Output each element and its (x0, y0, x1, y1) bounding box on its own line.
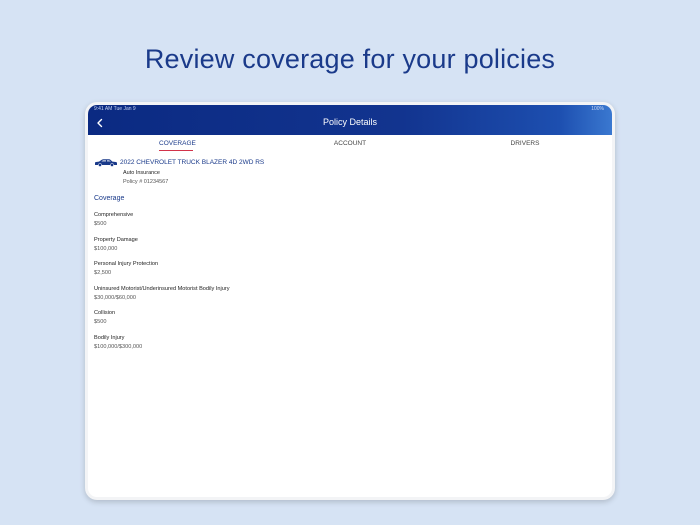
marketing-headline: Review coverage for your policies (144, 44, 556, 74)
coverage-item-collision: Collision $500 (94, 309, 494, 334)
tab-coverage[interactable]: COVERAGE (159, 140, 196, 147)
tablet-device-frame: 9:41 AM Tue Jan 9 100% Policy Details CO… (85, 102, 615, 500)
coverage-name: Property Damage (94, 236, 138, 243)
car-icon (95, 159, 117, 167)
coverage-name: Comprehensive (94, 212, 134, 218)
tab-account[interactable]: ACCOUNT (332, 140, 368, 147)
coverage-name: Bodily Injury (94, 334, 125, 341)
navigation-bar: 9:41 AM Tue Jan 9 100% Policy Details (88, 105, 612, 135)
coverage-section-heading: Coverage (94, 195, 125, 202)
page-title: Policy Details (322, 117, 378, 127)
coverage-value: $100,000/$300,000 (94, 343, 143, 350)
tab-bar: COVERAGE ACCOUNT DRIVERS (88, 135, 612, 153)
coverage-name: Collision (94, 310, 116, 316)
app-screen: 9:41 AM Tue Jan 9 100% Policy Details CO… (88, 105, 612, 497)
coverage-value: $2,500 (94, 270, 112, 276)
coverage-list: Comprehensive $500 Property Damage $100,… (94, 211, 494, 358)
coverage-value: $30,000/$60,000 (94, 294, 136, 301)
policy-type: Auto Insurance (123, 170, 160, 176)
active-tab-indicator (159, 150, 193, 151)
vehicle-title: 2022 CHEVROLET TRUCK BLAZER 4D 2WD RS (120, 159, 265, 166)
coverage-item-uninsured-motorist: Uninsured Motorist/Underinsured Motorist… (94, 285, 494, 310)
status-bar-battery: 100% (591, 106, 604, 112)
coverage-name: Personal Injury Protection (94, 261, 159, 267)
status-bar-time: 9:41 AM Tue Jan 9 (94, 106, 136, 112)
coverage-item-property-damage: Property Damage $100,000 (94, 236, 494, 261)
coverage-item-bodily-injury: Bodily Injury $100,000/$300,000 (94, 334, 494, 359)
coverage-value: $500 (94, 221, 107, 227)
coverage-value: $100,000 (94, 245, 118, 252)
coverage-item-personal-injury-protection: Personal Injury Protection $2,500 (94, 260, 494, 285)
coverage-item-comprehensive: Comprehensive $500 (94, 211, 494, 236)
coverage-name: Uninsured Motorist/Underinsured Motorist… (94, 285, 230, 292)
policy-number: Policy # 01234567 (123, 179, 169, 185)
tab-drivers[interactable]: DRIVERS (508, 140, 542, 147)
coverage-value: $500 (94, 319, 107, 325)
